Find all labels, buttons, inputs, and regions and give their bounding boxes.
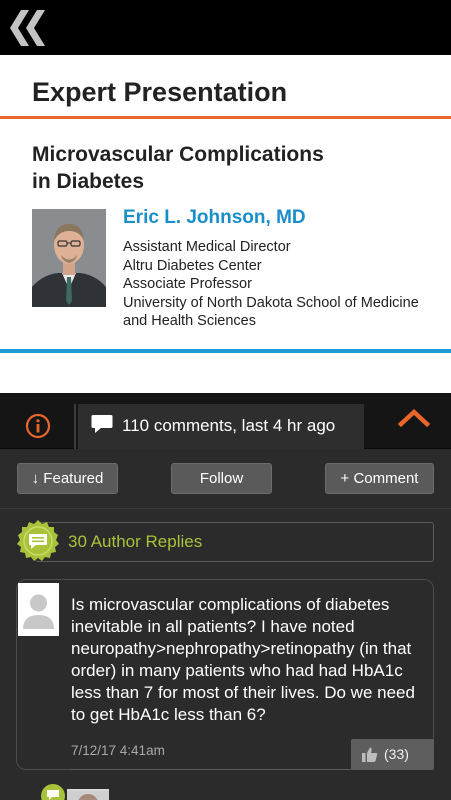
tab-comments[interactable]: 110 comments, last 4 hr ago bbox=[78, 404, 364, 449]
slide-title: Expert Presentation bbox=[32, 77, 288, 107]
credential-line: Associate Professor bbox=[123, 276, 252, 292]
top-bar bbox=[0, 0, 451, 55]
chevron-up-icon bbox=[397, 408, 431, 428]
tab-info[interactable] bbox=[0, 404, 76, 449]
featured-sort-button[interactable]: ↓ Featured bbox=[17, 463, 118, 494]
speech-bubble-icon bbox=[91, 415, 113, 433]
topic-line-2: in Diabetes bbox=[32, 170, 145, 193]
section-divider bbox=[0, 508, 451, 509]
author-replies-label: 30 Author Replies bbox=[68, 532, 203, 551]
default-avatar-icon bbox=[18, 583, 59, 636]
comment-timestamp: 7/12/17 4:41am bbox=[71, 743, 165, 758]
reply-badge-icon bbox=[41, 784, 65, 800]
follow-button[interactable]: Follow bbox=[171, 463, 272, 494]
credential-line: Assistant Medical Director bbox=[123, 239, 291, 255]
credential-line: Altru Diabetes Center bbox=[123, 257, 262, 274]
presentation-slide: Expert Presentation Microvascular Compli… bbox=[0, 55, 451, 393]
speaker-credentials: Assistant Medical Director Altru Diabete… bbox=[123, 238, 443, 331]
avatar[interactable] bbox=[18, 583, 59, 636]
add-comment-button[interactable]: + Comment bbox=[325, 463, 434, 494]
comments-count-label: 110 comments, last 4 hr ago bbox=[122, 416, 336, 435]
speaker-name: Eric L. Johnson, MD bbox=[123, 207, 306, 228]
like-button[interactable]: (33) bbox=[351, 739, 434, 770]
comment-body: Is microvascular complications of diabet… bbox=[71, 595, 415, 724]
orange-divider bbox=[0, 116, 451, 119]
double-chevron-left-icon bbox=[10, 10, 45, 46]
thumbs-up-icon bbox=[362, 747, 378, 762]
presentation-topic: Microvascular Complications in Diabetes bbox=[32, 141, 392, 195]
reply-avatar[interactable] bbox=[67, 789, 109, 800]
chat-badge-icon bbox=[17, 520, 59, 561]
credential-line: and Health Sciences bbox=[123, 313, 256, 329]
card-divider bbox=[70, 769, 351, 770]
info-circle-icon bbox=[25, 413, 51, 439]
speaker-photo bbox=[32, 209, 106, 307]
blue-divider bbox=[0, 349, 451, 353]
topic-line-1: Microvascular Complications bbox=[32, 143, 324, 166]
like-count: (33) bbox=[384, 746, 409, 762]
back-button[interactable] bbox=[8, 10, 48, 46]
credential-line: University of North Dakota School of Med… bbox=[123, 294, 419, 311]
tab-bar: 110 comments, last 4 hr ago bbox=[0, 393, 451, 449]
collapse-button[interactable] bbox=[397, 407, 438, 437]
